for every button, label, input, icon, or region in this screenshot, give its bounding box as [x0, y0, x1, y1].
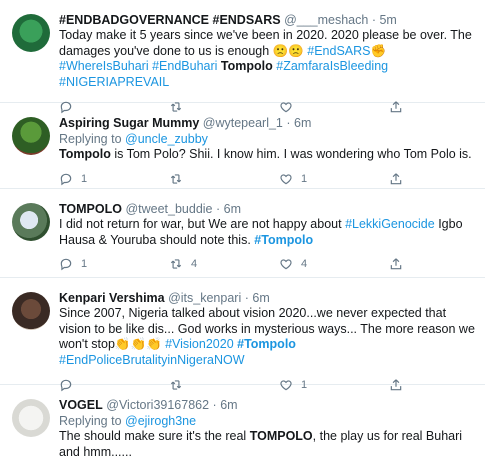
avatar[interactable] [12, 399, 50, 437]
like-icon [280, 173, 292, 184]
share-icon [390, 258, 402, 270]
reply-to-link[interactable]: @uncle_zubby [125, 132, 208, 146]
like-button[interactable]: 1 [279, 172, 389, 186]
highlighted-keyword: TOMPOLO [249, 429, 313, 443]
timestamp[interactable]: 6m [220, 398, 237, 412]
handle[interactable]: @its_kenpari [168, 291, 241, 305]
replying-to: Replying to @ejirogh3ne [59, 414, 197, 428]
handle[interactable]: @wytepearl_1 [203, 116, 283, 130]
timeline-feed: #ENDBADGOVERNANCE #ENDSARS @___meshach ·… [0, 0, 485, 464]
handle[interactable]: @___meshach [284, 13, 368, 27]
reply-icon [60, 173, 72, 185]
like-button[interactable]: 4 [279, 257, 389, 271]
like-icon [280, 259, 292, 270]
reply-button[interactable]: 1 [59, 257, 169, 271]
tweet[interactable]: #ENDBADGOVERNANCE #ENDSARS @___meshach ·… [0, 0, 485, 114]
timestamp[interactable]: 6m [294, 116, 311, 130]
avatar[interactable] [12, 117, 50, 155]
like-count: 4 [301, 258, 308, 270]
hashtag-link[interactable]: #EndBuhari [152, 59, 217, 73]
hashtag-link[interactable]: #EndSARS [307, 44, 370, 58]
hashtag-link[interactable]: #EndPoliceBrutalityinNigeraNOW [59, 353, 245, 367]
tweet-text: I did not return for war, but We are not… [59, 217, 479, 248]
retweet-count: 4 [191, 258, 198, 270]
tweet-text-segment: Today make it 5 years since we've been i… [59, 28, 472, 58]
avatar[interactable] [12, 14, 50, 52]
retweet-icon [170, 259, 182, 269]
retweet-icon [170, 173, 182, 184]
display-name[interactable]: Aspiring Sugar Mummy [59, 116, 199, 130]
hashtag-link[interactable]: #LekkiGenocide [345, 217, 435, 231]
hashtag-link[interactable]: #WhereIsBuhari [59, 59, 149, 73]
display-name[interactable]: #ENDBADGOVERNANCE #ENDSARS [59, 13, 281, 27]
timestamp[interactable]: 6m [252, 291, 269, 305]
retweet-button[interactable] [169, 172, 279, 186]
display-name[interactable]: TOMPOLO [59, 202, 122, 216]
reply-icon [60, 258, 72, 271]
handle[interactable]: @Victori39167862 [106, 398, 209, 412]
timestamp[interactable]: 5m [379, 13, 396, 27]
tweet-text: Since 2007, Nigeria talked about vision … [59, 306, 479, 368]
share-icon [390, 172, 402, 184]
avatar[interactable] [12, 203, 50, 241]
tweet-text-segment: The should make sure it's the real [59, 429, 250, 443]
share-button[interactable] [389, 172, 411, 186]
hashtag-link[interactable]: #ZamfaraIsBleeding [276, 59, 388, 73]
tweet-actions: 1 4 4 [59, 254, 479, 274]
tweet-text-segment: is Tom Polo? Shii. I know him. I was won… [110, 147, 472, 161]
tweet-text-segment: ✊ [370, 43, 387, 58]
tweet[interactable]: Kenpari Vershima @its_kenpari · 6m Since… [0, 278, 485, 392]
tweet-actions: 1 1 [59, 169, 479, 189]
timestamp[interactable]: 6m [224, 202, 241, 216]
display-name[interactable]: VOGEL [59, 398, 103, 412]
tweet-text: Today make it 5 years since we've been i… [59, 28, 479, 90]
tweet-text: Tompolo is Tom Polo? Shii. I know him. I… [59, 147, 479, 163]
replying-to: Replying to @uncle_zubby [59, 132, 208, 146]
tweet-text: The should make sure it's the real TOMPO… [59, 429, 479, 460]
tweet-text-segment: 👏👏👏 [114, 337, 166, 351]
like-count: 1 [301, 172, 308, 185]
hashtag-link[interactable]: #Vision2020 [165, 337, 234, 351]
reply-count: 1 [81, 258, 88, 270]
hashtag-link[interactable]: #Tompolo [254, 233, 313, 247]
highlighted-keyword: Tompolo [59, 147, 111, 161]
hashtag-link[interactable]: #NIGERIAPREVAIL [59, 75, 169, 89]
display-name[interactable]: Kenpari Vershima [59, 291, 165, 305]
tweet-text-segment: I did not return for war, but We are not… [59, 217, 346, 231]
reply-to-link[interactable]: @ejirogh3ne [125, 414, 196, 428]
reply-count: 1 [81, 172, 88, 185]
tweet-text-segment: 🙁🙁 [272, 43, 308, 58]
handle[interactable]: @tweet_buddie [125, 202, 212, 216]
tweet[interactable]: Aspiring Sugar Mummy @wytepearl_1 · 6m R… [0, 103, 485, 189]
reply-button[interactable]: 1 [59, 172, 169, 186]
avatar[interactable] [12, 292, 50, 330]
share-button[interactable] [389, 257, 411, 271]
tweet[interactable]: VOGEL @Victori39167862 · 6m Replying to … [0, 385, 485, 464]
retweet-button[interactable]: 4 [169, 257, 279, 271]
hashtag-link[interactable]: #Tompolo [237, 337, 296, 351]
tweet[interactable]: TOMPOLO @tweet_buddie · 6m I did not ret… [0, 189, 485, 278]
highlighted-keyword: Tompolo [220, 59, 273, 73]
